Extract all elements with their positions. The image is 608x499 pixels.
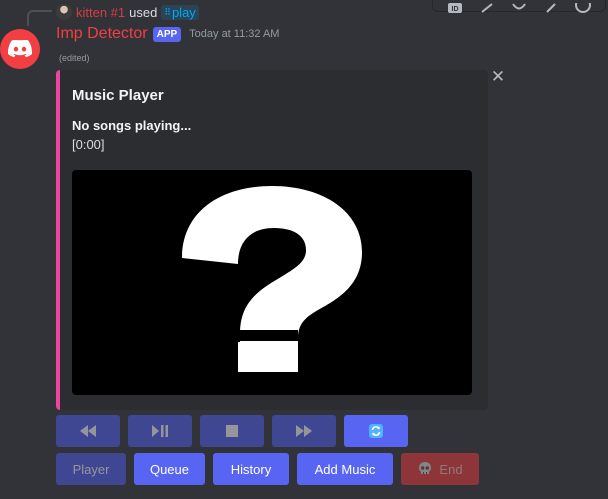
embed-title: Music Player [72,87,164,104]
author-name[interactable]: Imp Detector [56,25,148,43]
app-badge: APP [152,26,182,42]
track-time: [0:00] [72,137,105,152]
fast-forward-button[interactable] [272,415,336,447]
reply-context[interactable]: kitten #1 used ⠿ play [56,3,199,21]
reply-used-text: used [129,4,158,20]
rewind-button[interactable] [56,415,120,447]
rewind-icon [80,425,96,437]
message-header: Imp Detector APP Today at 11:32 AM [56,25,279,43]
close-icon[interactable]: ✕ [490,67,506,87]
slash-command[interactable]: ⠿ play [161,4,199,20]
edited-label: (edited) [59,53,90,63]
question-mark-icon [182,186,362,372]
reply-icon[interactable] [503,0,535,13]
end-button[interactable]: End [401,453,479,485]
reply-avatar[interactable] [56,4,72,20]
loop-icon [369,424,383,438]
id-icon[interactable]: ID [439,0,471,13]
loop-button[interactable] [344,415,408,447]
reply-spine [27,10,52,26]
command-name: play [171,4,196,20]
skull-icon [419,462,432,474]
now-playing-status: No songs playing... [72,118,192,133]
stop-button[interactable] [200,415,264,447]
svg-text:ID: ID [452,6,459,13]
reply-username[interactable]: kitten #1 [76,5,125,20]
stop-icon [226,425,238,437]
history-button[interactable]: History [213,453,289,485]
play-pause-icon [152,425,168,437]
queue-button[interactable]: Queue [134,453,205,485]
command-icon: ⠿ [164,6,171,17]
queue-button-label: Queue [149,461,190,477]
bot-avatar[interactable] [0,29,40,69]
message-toolbar: ID [432,0,606,13]
discord-message-view: kitten #1 used ⠿ play ID Imp Detector AP… [0,0,608,499]
discord-logo-icon [8,40,32,58]
play-pause-button[interactable] [128,415,192,447]
link-icon[interactable] [471,0,503,13]
player-button[interactable]: Player [56,453,126,485]
end-button-label: End [439,461,463,477]
pin-icon[interactable] [535,0,567,13]
history-button-label: History [230,461,272,477]
emoji-icon[interactable] [567,0,599,13]
add-music-button[interactable]: Add Music [297,453,393,485]
message-timestamp[interactable]: Today at 11:32 AM [189,28,279,40]
player-button-label: Player [72,461,110,477]
add-music-button-label: Add Music [314,461,376,477]
fast-forward-icon [296,425,312,437]
album-art-image[interactable] [72,170,472,395]
